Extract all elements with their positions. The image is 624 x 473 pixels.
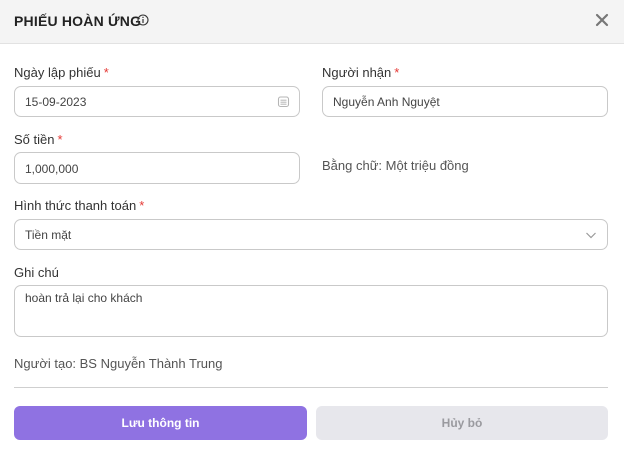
amount-label-text: Số tiền	[14, 132, 55, 147]
required-mark: *	[103, 65, 109, 80]
dialog-header: PHIẾU HOÀN ỨNG	[0, 0, 624, 44]
required-mark: *	[394, 65, 400, 80]
required-mark: *	[57, 132, 63, 147]
payment-method-select[interactable]: Tiền mặt	[14, 219, 608, 250]
note-textarea[interactable]: hoàn trả lại cho khách	[14, 285, 608, 337]
note-label: Ghi chú	[14, 265, 59, 280]
required-mark: *	[139, 198, 145, 213]
date-field[interactable]: 15-09-2023	[14, 86, 300, 117]
date-value: 15-09-2023	[25, 95, 87, 109]
divider	[14, 387, 608, 388]
date-label: Ngày lập phiếu *	[14, 65, 109, 80]
note-label-text: Ghi chú	[14, 265, 59, 280]
save-button[interactable]: Lưu thông tin	[14, 406, 307, 440]
payment-method-label: Hình thức thanh toán *	[14, 198, 144, 213]
amount-field[interactable]: 1,000,000	[14, 152, 300, 184]
recipient-value: Nguyễn Anh Nguyệt	[333, 95, 440, 109]
recipient-label-text: Người nhận	[322, 65, 392, 80]
recipient-field[interactable]: Nguyễn Anh Nguyệt	[322, 86, 608, 117]
dialog-title: PHIẾU HOÀN ỨNG	[14, 13, 142, 29]
amount-in-words: Bằng chữ: Một triệu đồng	[322, 158, 469, 173]
calendar-icon[interactable]	[277, 95, 290, 108]
amount-label: Số tiền *	[14, 132, 63, 147]
close-icon[interactable]	[594, 12, 610, 28]
recipient-label: Người nhận *	[322, 65, 399, 80]
payment-method-label-text: Hình thức thanh toán	[14, 198, 137, 213]
info-icon[interactable]	[137, 14, 149, 26]
amount-value: 1,000,000	[25, 162, 79, 176]
creator-text: Người tạo: BS Nguyễn Thành Trung	[14, 356, 223, 371]
payment-method-value: Tiền mặt	[25, 228, 72, 242]
cancel-button[interactable]: Hủy bỏ	[316, 406, 608, 440]
date-label-text: Ngày lập phiếu	[14, 65, 101, 80]
note-value: hoàn trả lại cho khách	[25, 291, 143, 305]
chevron-down-icon[interactable]	[585, 230, 597, 240]
